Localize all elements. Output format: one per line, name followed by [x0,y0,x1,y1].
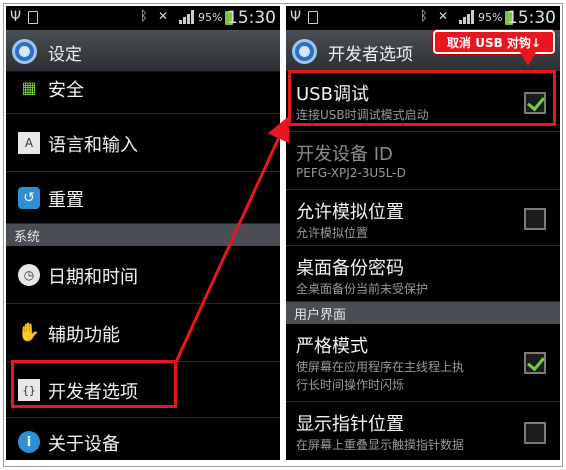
menu-item-label: 辅助功能 [48,325,120,346]
clock-icon: ◷ [18,264,40,286]
menu-item-accessibility[interactable]: ✋ 辅助功能 [6,304,280,362]
security-icon: ▦ [21,77,37,97]
option-subtitle: 行长时间操作时闪烁 [296,378,405,392]
mute-icon: ✕ [158,9,169,23]
menu-item-security[interactable]: ▦ 安全 [6,72,280,114]
mute-icon: ✕ [438,9,449,23]
signal-icon [179,10,194,24]
section-header-system: 系统 [6,224,280,246]
device-id-row: 开发设备 ID PEFG-XPJ2-3U5L-D [286,132,560,190]
bluetooth-icon: ᛒ [420,9,428,24]
section-header-ui: 用户界面 [286,302,560,324]
option-subtitle: 在屏幕上重叠显示触摸指针数据 [296,438,465,452]
developer-options-highlight [11,360,177,408]
status-bar: Ψ ᛒ ✕ 95% 15:30 [6,6,280,30]
hand-icon: ✋ [17,321,41,343]
menu-item-label: 安全 [48,80,84,101]
strict-mode-row[interactable]: 严格模式 使屏幕在应用程序在主线程上执 行长时间操作时闪烁 [286,324,560,402]
battery-percent: 95% [198,11,223,24]
strict-mode-checkbox[interactable] [524,352,546,374]
menu-item-label: 日期和时间 [48,267,138,288]
settings-gear-icon[interactable] [292,39,317,64]
pointer-location-row[interactable]: 显示指针位置 在屏幕上重叠显示触摸指针数据 [286,402,560,460]
option-subtitle: 允许模拟位置 [296,226,369,240]
mock-location-row[interactable]: 允许模拟位置 允许模拟位置 [286,190,560,246]
option-subtitle: 全桌面备份当前未受保护 [296,282,429,296]
menu-item-date-time[interactable]: ◷ 日期和时间 [6,246,280,304]
section-label: 系统 [14,230,41,245]
option-title: 严格模式 [296,336,368,357]
option-title: 允许模拟位置 [296,202,404,223]
option-subtitle: 使屏幕在应用程序在主线程上执 [296,360,465,374]
option-title: 开发设备 ID [296,144,393,165]
option-subtitle: PEFG-XPJ2-3U5L-D [296,166,406,180]
callout-label: 取消 USB 对钩↓ [433,30,555,54]
settings-gear-icon[interactable] [12,39,37,64]
page-title: 设定 [48,45,82,65]
info-icon: i [18,431,40,453]
action-bar: 设定 [6,30,280,72]
menu-item-label: 关于设备 [48,434,120,455]
reset-icon: ↺ [18,187,40,209]
clock: 15:30 [227,8,276,28]
callout-tail [520,52,536,66]
mock-location-checkbox[interactable] [524,208,546,230]
section-label: 用户界面 [294,308,347,323]
bluetooth-icon: ᛒ [140,9,148,24]
signal-icon [459,10,474,24]
menu-item-label: 重置 [48,190,84,211]
status-bar: Ψ ᛒ ✕ 95% 15:30 [286,6,560,30]
usb-icon: Ψ [10,9,22,25]
usb-debugging-highlight [288,70,556,126]
battery-percent: 95% [478,11,503,24]
sim-icon [308,11,318,24]
option-title: 桌面备份密码 [296,258,404,279]
page-title: 开发者选项 [328,45,413,65]
option-title: 显示指针位置 [296,414,404,435]
menu-item-language[interactable]: A 语言和输入 [6,114,280,172]
menu-item-reset[interactable]: ↺ 重置 [6,172,280,224]
clock: 15:30 [507,8,556,28]
backup-password-row[interactable]: 桌面备份密码 全桌面备份当前未受保护 [286,246,560,302]
menu-item-label: 语言和输入 [48,135,138,156]
sim-icon [28,11,38,24]
menu-item-about[interactable]: i 关于设备 [6,418,280,460]
usb-icon: Ψ [290,9,302,25]
pointer-location-checkbox[interactable] [524,422,546,444]
keyboard-icon: A [18,132,40,154]
